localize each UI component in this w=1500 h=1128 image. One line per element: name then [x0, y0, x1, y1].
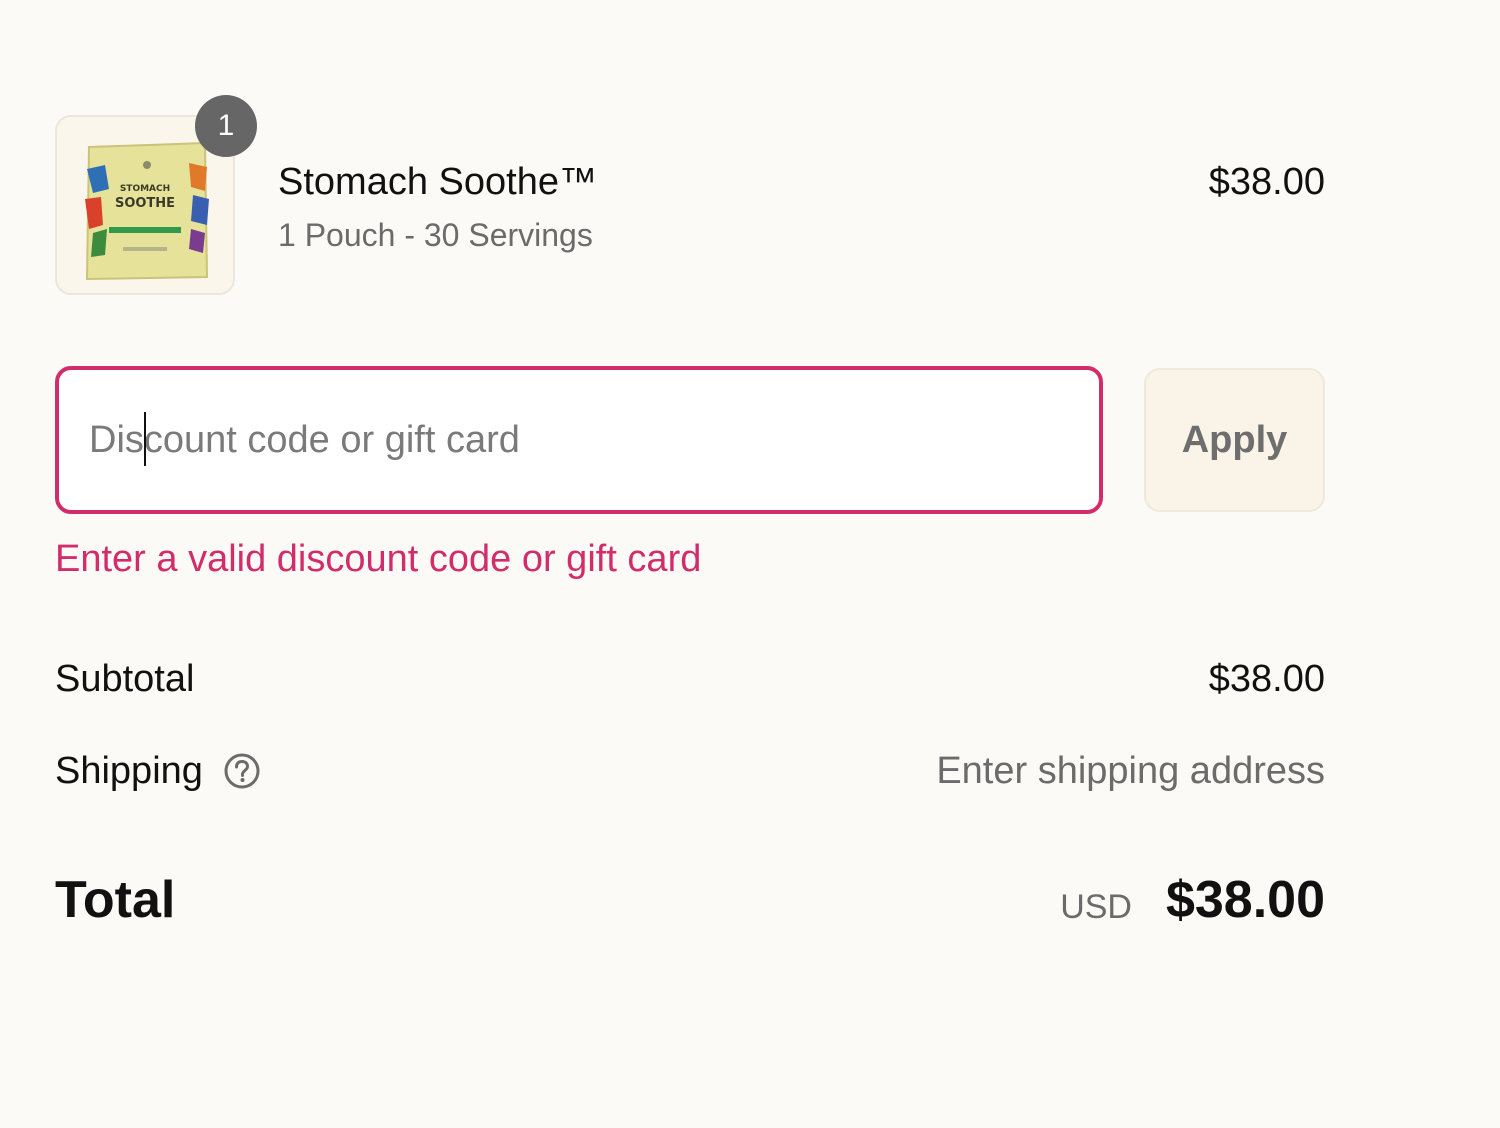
- order-summary: STOMACH SOOTHE 1 Stomach Soothe™ 1 Pouch…: [55, 0, 1325, 1128]
- shipping-value: Enter shipping address: [936, 750, 1325, 792]
- product-pouch-image: STOMACH SOOTHE: [85, 141, 209, 281]
- subtotal-label: Subtotal: [55, 658, 195, 700]
- help-circle-icon[interactable]: [223, 752, 261, 795]
- apply-discount-button[interactable]: Apply: [1144, 368, 1325, 512]
- line-item: STOMACH SOOTHE 1 Stomach Soothe™ 1 Pouch…: [55, 95, 1325, 305]
- quantity-badge: 1: [195, 95, 257, 157]
- shipping-label: Shipping: [55, 750, 203, 792]
- discount-error-message: Enter a valid discount code or gift card: [55, 538, 702, 580]
- product-variant: 1 Pouch - 30 Servings: [278, 217, 593, 253]
- pouch-brand-text: STOMACH: [120, 184, 170, 194]
- discount-code-input[interactable]: [55, 366, 1103, 514]
- currency-code: USD: [1060, 888, 1132, 926]
- product-price: $38.00: [1208, 161, 1325, 203]
- total-value: $38.00: [1165, 871, 1325, 929]
- pouch-title-text: SOOTHE: [115, 196, 175, 211]
- text-caret: [144, 412, 146, 466]
- total-label: Total: [55, 871, 176, 929]
- product-name: Stomach Soothe™: [278, 161, 597, 203]
- subtotal-value: $38.00: [1208, 658, 1325, 700]
